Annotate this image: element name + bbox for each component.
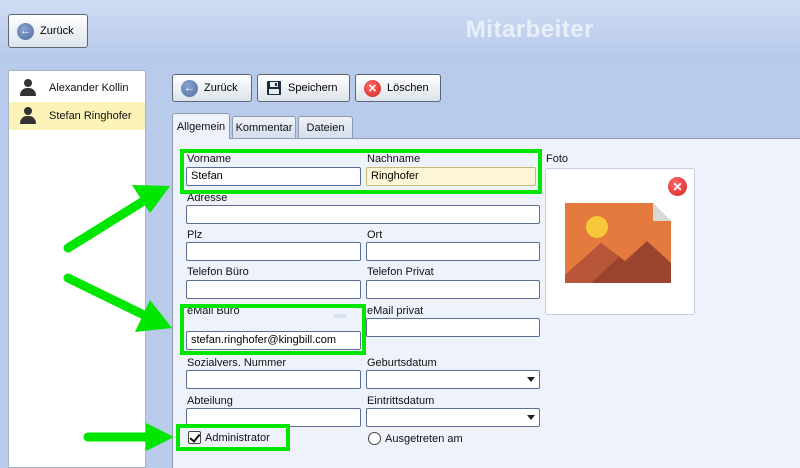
tab-label: Allgemein	[176, 120, 226, 133]
tab-allgemein[interactable]: Allgemein	[172, 113, 230, 139]
annotation-arrows	[63, 185, 174, 451]
